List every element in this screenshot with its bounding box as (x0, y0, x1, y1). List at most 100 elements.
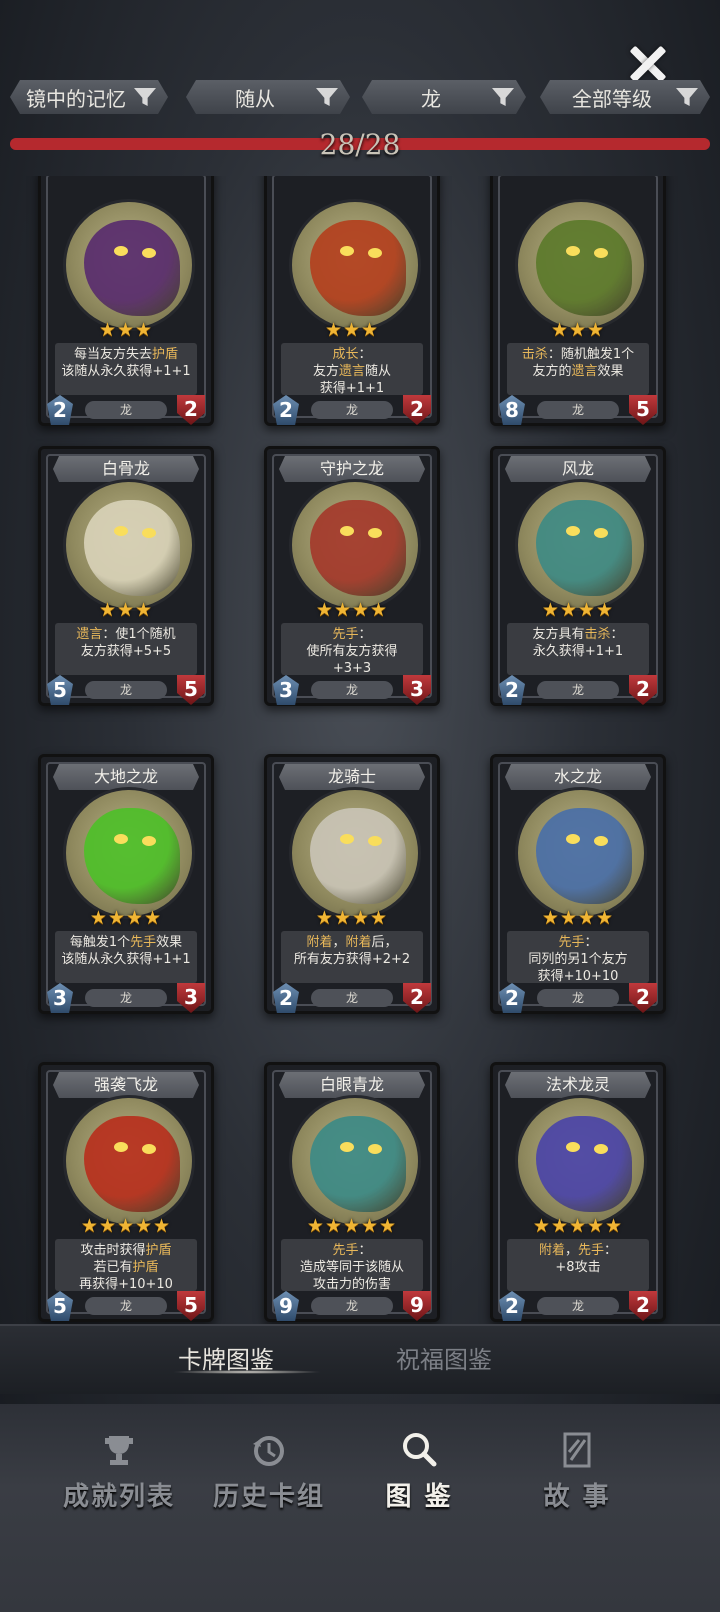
star-rating: ★★★ (550, 319, 606, 341)
star-rating: ★★★★★ (532, 1215, 624, 1237)
filter-rank[interactable]: 全部等级 (540, 80, 710, 114)
description-text: 该随从永久获得+1+1 (61, 364, 191, 379)
card-portrait (289, 787, 421, 919)
tribe-badge: 龙 (85, 1297, 167, 1315)
card-description: 先手： 造成等同于该随从 攻击力的伤害 (281, 1239, 423, 1292)
minion-card[interactable]: ★★★ 击杀：随机触发1个 友方的遗言效果 8 龙 5 (490, 176, 666, 426)
keyword: 先手 (558, 935, 585, 950)
nav-achievements[interactable]: 成就列表 (44, 1430, 194, 1513)
description-text: ： (604, 1243, 618, 1258)
filter-type[interactable]: 随从 (186, 80, 350, 114)
magnifier-icon (403, 1433, 437, 1467)
minion-card[interactable]: ★★★ 每当友方失去护盾 该随从永久获得+1+1 2 龙 2 (38, 176, 214, 426)
filter-tribe[interactable]: 龙 (362, 80, 526, 114)
minion-card[interactable]: 大地之龙 ★★★★ 每触发1个先手效果 该随从永久获得+1+1 3 龙 3 (38, 754, 214, 1014)
keyword: 护盾 (145, 1243, 172, 1258)
health-shield: 2 (403, 983, 431, 1013)
description-text: 友方 (312, 364, 339, 379)
dragon-art-icon (84, 808, 180, 904)
description-text: 攻击时获得 (80, 1243, 146, 1258)
health-shield: 2 (629, 983, 657, 1013)
description-text: 所有友方获得+2+2 (293, 952, 411, 967)
cost-gem: 2 (273, 983, 299, 1013)
health-shield: 2 (177, 395, 205, 425)
dragon-art-icon (84, 500, 180, 596)
description-text: 每触发1个 (69, 935, 131, 950)
star-rating: ★★★★ (541, 599, 615, 621)
dragon-art-icon (310, 808, 406, 904)
description-text: 效果 (156, 935, 183, 950)
description-text: +3+3 (332, 661, 372, 676)
description-text: 获得+1+1 (319, 381, 385, 396)
nav-codex[interactable]: 图 鉴 (344, 1430, 494, 1513)
dragon-art-icon (310, 500, 406, 596)
description-text: +8攻击 (555, 1260, 601, 1275)
funnel-icon (676, 88, 698, 106)
description-text: 该随从永久获得+1+1 (61, 952, 191, 967)
dragon-art-icon (310, 1116, 406, 1212)
card-description: 每触发1个先手效果 该随从永久获得+1+1 (55, 931, 197, 983)
star-rating: ★★★★ (541, 907, 615, 929)
keyword: 先手 (332, 627, 359, 642)
nav-story[interactable]: 故 事 (502, 1430, 652, 1513)
health-shield: 2 (403, 395, 431, 425)
description-text: 每当友方失去 (73, 347, 152, 362)
filter-set[interactable]: 镜中的记忆 (10, 80, 168, 114)
filter-label: 全部等级 (572, 86, 652, 111)
filter-label: 镜中的记忆 (26, 86, 126, 111)
health-shield: 3 (403, 675, 431, 705)
description-text: ： (358, 627, 372, 642)
minion-card[interactable]: 白骨龙 ★★★ 遗言：使1个随机 友方获得+5+5 5 龙 5 (38, 446, 214, 706)
dragon-art-icon (84, 220, 180, 316)
nav-history-decks[interactable]: 历史卡组 (194, 1430, 344, 1513)
card-portrait (289, 1095, 421, 1227)
minion-card[interactable]: 白眼青龙 ★★★★★ 先手： 造成等同于该随从 攻击力的伤害 9 龙 9 (264, 1062, 440, 1322)
star-rating: ★★★ (98, 319, 154, 341)
cost-gem: 2 (499, 983, 525, 1013)
nav-label: 成就列表 (62, 1482, 175, 1512)
dragon-art-icon (84, 1116, 180, 1212)
card-description: 每当友方失去护盾 该随从永久获得+1+1 (55, 343, 197, 395)
minion-card[interactable]: ★★★ 成长： 友方遗言随从 获得+1+1 2 龙 2 (264, 176, 440, 426)
funnel-icon (316, 88, 338, 106)
keyword: 遗言 (76, 627, 103, 642)
star-rating: ★★★★ (315, 599, 389, 621)
tribe-badge: 龙 (537, 681, 619, 699)
minion-card[interactable]: 风龙 ★★★★ 友方具有击杀： 永久获得+1+1 2 龙 2 (490, 446, 666, 706)
tribe-badge: 龙 (85, 989, 167, 1007)
keyword: 护盾 (132, 1260, 159, 1275)
tab-blessing-codex[interactable]: 祝福图鉴 (396, 1340, 492, 1375)
cost-gem: 9 (273, 1291, 299, 1321)
minion-card[interactable]: 水之龙 ★★★★ 先手： 同列的另1个友方 获得+10+10 2 龙 2 (490, 754, 666, 1014)
card-portrait (289, 199, 421, 331)
cost-gem: 2 (273, 395, 299, 425)
minion-card[interactable]: 龙骑士 ★★★★ 附着，附着后， 所有友方获得+2+2 2 龙 2 (264, 754, 440, 1014)
description-text: 随从 (365, 364, 392, 379)
card-portrait (515, 199, 647, 331)
description-text: ：随机触发1个 (547, 347, 635, 362)
codex-subtabs: 卡牌图鉴 祝福图鉴 (0, 1324, 720, 1394)
cost-gem: 2 (47, 395, 73, 425)
dragon-art-icon (536, 1116, 632, 1212)
minion-card[interactable]: 守护之龙 ★★★★ 先手： 使所有友方获得 +3+3 3 龙 3 (264, 446, 440, 706)
minion-card[interactable]: 强袭飞龙 ★★★★★ 攻击时获得护盾 若已有护盾 再获得+10+10 5 龙 5 (38, 1062, 214, 1322)
description-text: 后， (371, 935, 398, 950)
card-portrait (515, 1095, 647, 1227)
cost-gem: 5 (47, 1291, 73, 1321)
description-text: 永久获得+1+1 (532, 644, 624, 659)
description-text: 使所有友方获得 (306, 644, 398, 659)
minion-card[interactable]: 法术龙灵 ★★★★★ 附着，先手： +8攻击 2 龙 2 (490, 1062, 666, 1322)
filter-label: 龙 (421, 86, 441, 111)
card-grid[interactable]: ★★★ 每当友方失去护盾 该随从永久获得+1+1 2 龙 2 ★★★ 成长： 友方遗言随从 获得+… (0, 176, 720, 1352)
star-rating: ★★★★★ (80, 1215, 172, 1237)
star-rating: ★★★ (98, 599, 154, 621)
card-portrait (63, 479, 195, 611)
description-text: 获得+10+10 (537, 969, 619, 984)
keyword: 附着 (538, 1243, 565, 1258)
card-portrait (63, 1095, 195, 1227)
active-tab-underline (172, 1370, 322, 1374)
tribe-badge: 龙 (311, 989, 393, 1007)
description-text: ： (358, 1243, 372, 1258)
tribe-badge: 龙 (311, 681, 393, 699)
description-text: ： (610, 627, 624, 642)
